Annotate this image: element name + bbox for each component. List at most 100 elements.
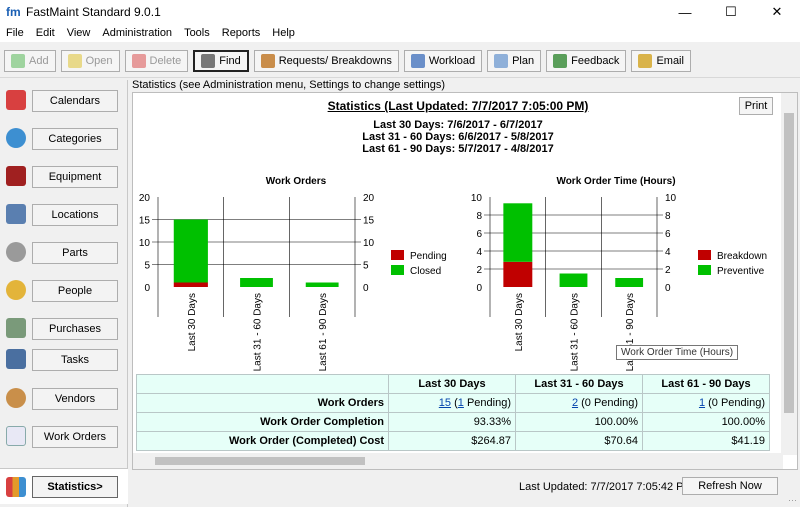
- legend-label-preventive: Preventive: [717, 266, 765, 277]
- parts-gear-icon: [6, 242, 26, 262]
- binoculars-icon: [201, 53, 216, 68]
- vendors-people-icon: [6, 388, 26, 408]
- find-button[interactable]: Find: [193, 49, 249, 72]
- bar-preventive: [615, 278, 644, 287]
- building-icon: [6, 204, 26, 224]
- table-header-row: Last 30 Days Last 31 - 60 Days Last 61 -…: [136, 374, 770, 394]
- last-updated-text: Last Updated: 7/7/2017 7:05:42 PM: [519, 481, 693, 493]
- table-row: Work Order Completion 93.33% 100.00% 100…: [136, 412, 770, 432]
- calendars-button[interactable]: Calendars: [32, 90, 118, 112]
- sidebar-item-equipment: Equipment: [0, 162, 128, 192]
- legend-swatch-closed: [391, 265, 404, 275]
- y-tick-left: 10: [471, 193, 483, 204]
- menu-administration[interactable]: Administration: [96, 27, 178, 39]
- delete-button[interactable]: Delete: [124, 49, 189, 72]
- app-logo-icon: fm: [6, 5, 21, 19]
- stats-title: Statistics (Last Updated: 7/7/2017 7:05:…: [327, 99, 589, 113]
- y-tick-right: 0: [363, 283, 369, 294]
- menu-reports[interactable]: Reports: [216, 27, 267, 39]
- bar-chart-icon: [6, 477, 26, 497]
- minimize-button[interactable]: —: [662, 0, 708, 24]
- tasks-button[interactable]: Tasks: [32, 349, 118, 371]
- y-tick-left: 2: [476, 265, 482, 276]
- categories-pie-icon: [6, 128, 26, 148]
- y-tick-right: 20: [363, 193, 375, 204]
- sidebar-item-work-orders: Work Orders: [0, 422, 128, 452]
- print-button[interactable]: Print: [739, 97, 773, 115]
- x-tick-label: Last 31 - 60 Days: [570, 293, 581, 371]
- vertical-scroll-thumb[interactable]: [784, 113, 794, 413]
- legend-label-breakdown: Breakdown: [717, 251, 767, 262]
- clipboard-icon: [260, 53, 275, 68]
- horizontal-scrollbar[interactable]: [133, 453, 783, 469]
- purchases-button[interactable]: Purchases: [32, 318, 118, 340]
- menu-tools[interactable]: Tools: [178, 27, 216, 39]
- plan-button[interactable]: Plan: [487, 49, 542, 72]
- menu-edit[interactable]: Edit: [30, 27, 61, 39]
- y-tick-left: 0: [476, 283, 482, 294]
- menu-help[interactable]: Help: [266, 27, 301, 39]
- plus-icon: [11, 53, 25, 68]
- close-button[interactable]: ✕: [754, 0, 800, 24]
- range-30-days: Last 30 Days: 7/6/2017 - 6/7/2017: [373, 119, 543, 131]
- cell-cost-90: $41.19: [642, 431, 770, 451]
- add-button[interactable]: Add: [4, 49, 56, 72]
- workload-chart-icon: [410, 53, 425, 68]
- vertical-scrollbar[interactable]: [781, 93, 797, 455]
- x-tick-label: Last 30 Days: [187, 293, 198, 351]
- y-tick-left: 5: [144, 261, 150, 272]
- y-tick-right: 4: [665, 247, 671, 258]
- checkmark-icon: [553, 53, 568, 68]
- equipment-button[interactable]: Equipment: [32, 166, 118, 188]
- bar-pending: [173, 282, 208, 287]
- sidebar-item-parts: Parts: [0, 238, 128, 268]
- open-button[interactable]: Open: [60, 49, 120, 72]
- row-label-cost: Work Order (Completed) Cost: [136, 431, 389, 451]
- refresh-now-button[interactable]: Refresh Now: [682, 477, 778, 495]
- email-button[interactable]: Email: [631, 49, 691, 72]
- folder-icon: [67, 53, 82, 68]
- cell-cost-60: $70.64: [515, 431, 643, 451]
- menu-file[interactable]: File: [0, 27, 30, 39]
- equipment-icon: [6, 166, 26, 186]
- horizontal-scroll-thumb[interactable]: [155, 457, 365, 465]
- locations-button[interactable]: Locations: [32, 204, 118, 226]
- bar-breakdown: [503, 261, 533, 287]
- chart-title-0: Work Orders: [266, 176, 327, 187]
- bar-closed: [240, 278, 273, 287]
- work-orders-30-link[interactable]: 15: [439, 397, 451, 409]
- bar-closed: [173, 219, 208, 283]
- statistics-panel: Statistics (Last Updated: 7/7/2017 7:05:…: [132, 92, 798, 470]
- chart-title-1: Work Order Time (Hours): [556, 176, 675, 187]
- y-tick-right: 8: [665, 211, 671, 222]
- legend-swatch-pending: [391, 250, 404, 260]
- people-button[interactable]: People: [32, 280, 118, 302]
- panel-label: Statistics (see Administration menu, Set…: [132, 79, 446, 91]
- work-orders-button[interactable]: Work Orders: [32, 426, 118, 448]
- maximize-button[interactable]: ☐: [708, 0, 754, 24]
- y-tick-left: 6: [476, 229, 482, 240]
- status-bar: Last Updated: 7/7/2017 7:05:42 PM Refres…: [132, 474, 798, 498]
- resize-grip-icon[interactable]: ⋯: [788, 495, 798, 505]
- workload-button[interactable]: Workload: [403, 49, 483, 72]
- y-tick-right: 2: [665, 265, 671, 276]
- bar-preventive: [503, 203, 533, 262]
- table-header-30: Last 30 Days: [388, 374, 516, 394]
- feedback-button[interactable]: Feedback: [546, 49, 627, 72]
- menu-view[interactable]: View: [61, 27, 97, 39]
- y-tick-left: 0: [144, 283, 150, 294]
- chart-tooltip: Work Order Time (Hours): [616, 345, 739, 360]
- sidebar-item-statistics: Statistics>: [0, 468, 128, 504]
- tasks-icon: [6, 349, 26, 369]
- y-tick-right: 6: [665, 229, 671, 240]
- table-row: Work Order (Completed) Cost $264.87 $70.…: [136, 431, 770, 451]
- row-label-completion: Work Order Completion: [136, 412, 389, 432]
- work-order-document-icon: [6, 426, 26, 446]
- vendors-button[interactable]: Vendors: [32, 388, 118, 410]
- parts-button[interactable]: Parts: [32, 242, 118, 264]
- x-tick-label: Last 30 Days: [514, 293, 525, 351]
- y-tick-right: 15: [363, 216, 375, 227]
- categories-button[interactable]: Categories: [32, 128, 118, 150]
- statistics-button[interactable]: Statistics>: [32, 476, 118, 498]
- requests-breakdowns-button[interactable]: Requests/ Breakdowns: [253, 49, 399, 72]
